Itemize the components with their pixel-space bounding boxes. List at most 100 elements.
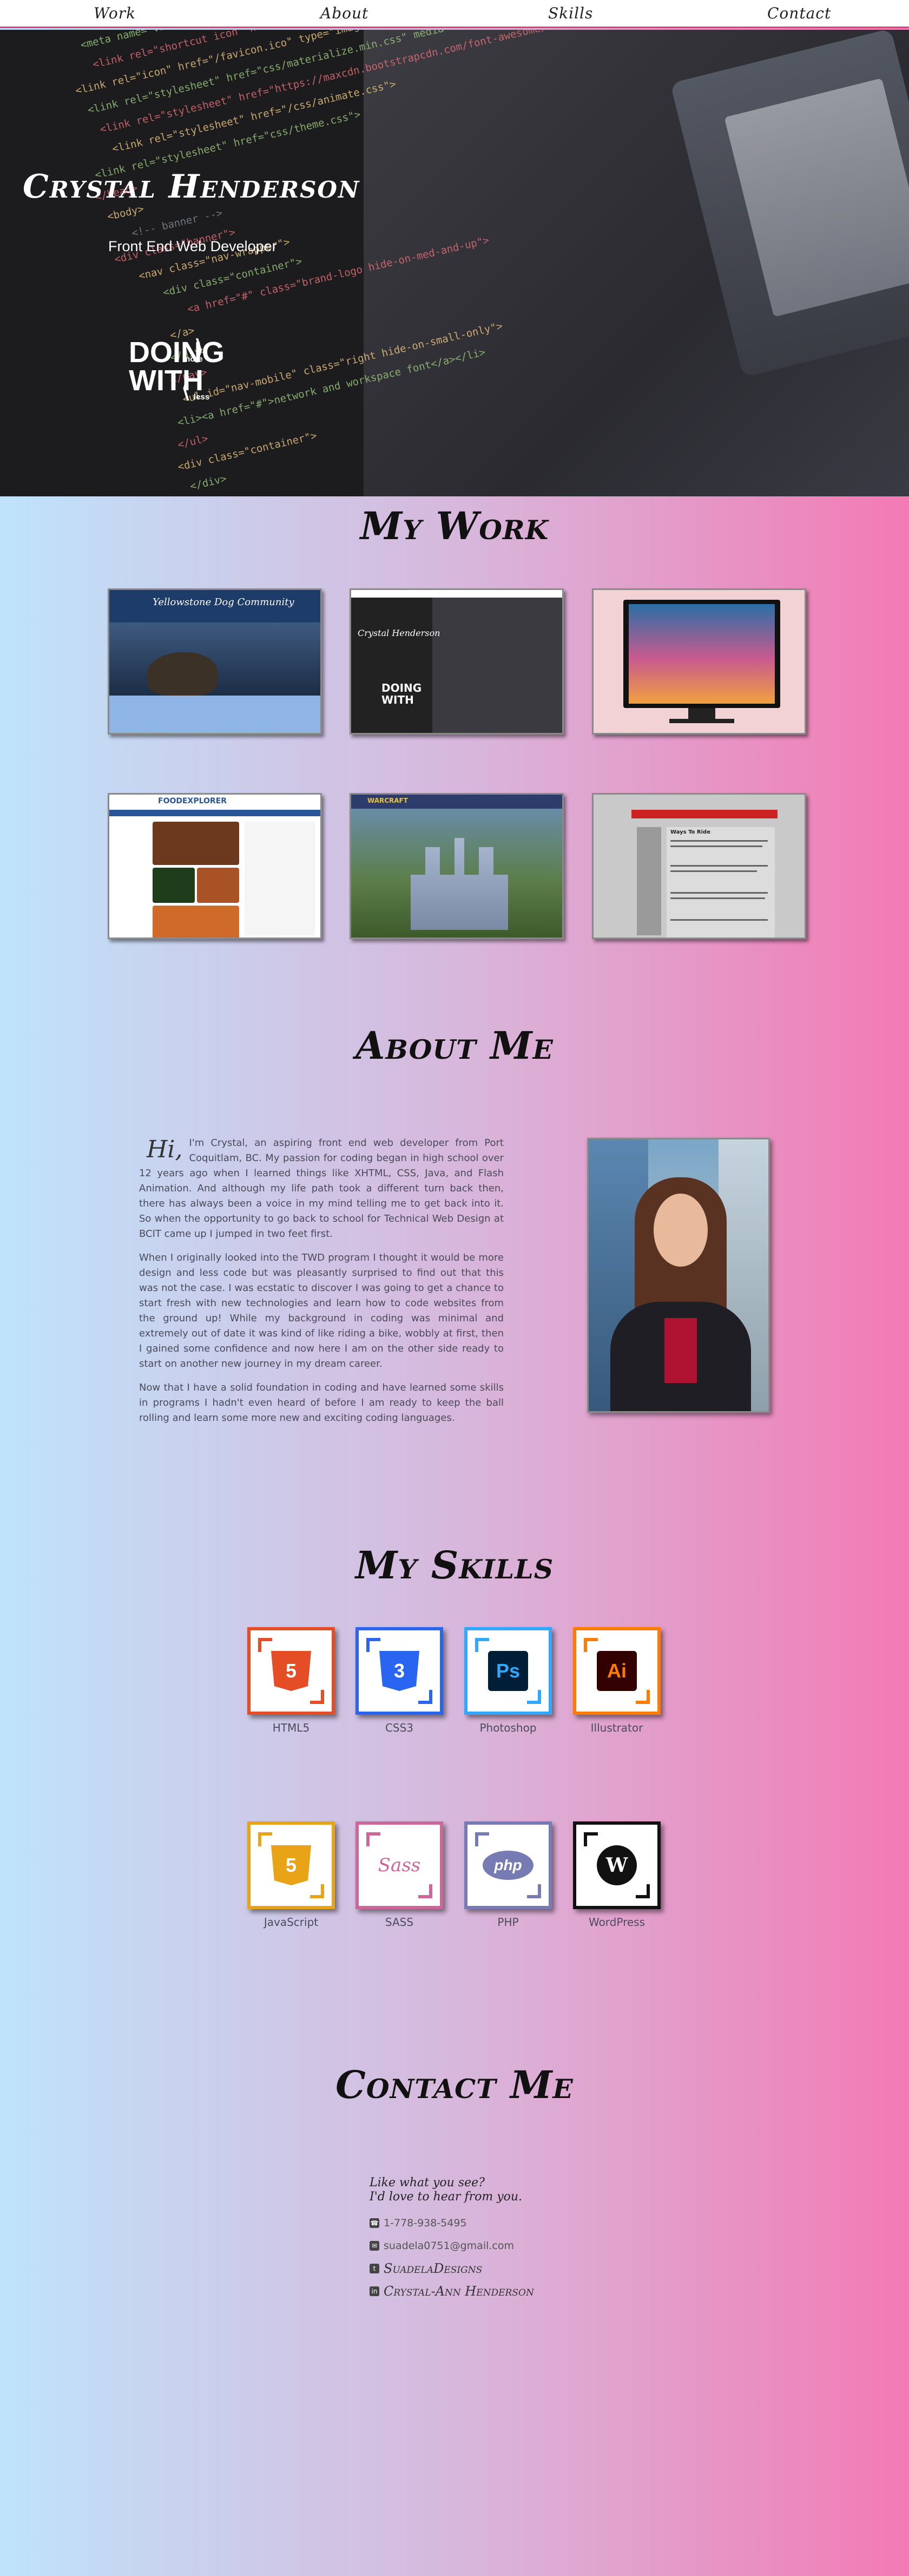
nav-link-work[interactable]: Work: [94, 4, 136, 22]
skill-frame: 5: [247, 1627, 335, 1715]
skill-label: Illustrator: [590, 1721, 643, 1734]
hero-name-first: Crystal: [23, 168, 156, 206]
work-section-title: My Work: [360, 503, 549, 548]
thumb-nav: [109, 811, 320, 816]
about-paragraph-1: Hi, I'm Crystal, an aspiring front end we…: [139, 1136, 504, 1242]
skill-frame-corner: [366, 1638, 380, 1652]
skill-card-php: php PHP: [464, 1821, 552, 1929]
envelope-icon: ✉: [370, 2241, 379, 2251]
contact-twitter[interactable]: t SuadelaDesigns: [370, 2257, 694, 2280]
skill-frame-corner: [310, 1884, 324, 1898]
tv-screen-image: [629, 604, 775, 704]
photo-face: [654, 1194, 708, 1267]
skills-section-title: My Skills: [355, 1543, 554, 1588]
skill-label: PHP: [497, 1916, 519, 1929]
thumb-footer: [109, 696, 320, 733]
twitter-icon: t: [370, 2264, 379, 2273]
contact-phone[interactable]: ☎ 1-778-938-5495: [370, 2212, 694, 2234]
text-line: [670, 870, 757, 872]
skill-frame-corner: [418, 1884, 432, 1898]
text-line: [670, 865, 768, 867]
text-line: [670, 840, 768, 842]
thumb-sidebar: [245, 822, 315, 935]
thumb-title: Ways To Ride: [670, 829, 710, 835]
hero-name: Crystal Henderson: [23, 168, 360, 206]
skill-card-sass: Sass SASS: [355, 1821, 443, 1929]
css3-icon: 3: [379, 1651, 419, 1691]
skill-frame-corner: [475, 1638, 489, 1652]
skill-frame: 5: [247, 1821, 335, 1909]
about-text: Hi, I'm Crystal, an aspiring front end we…: [139, 1136, 504, 1434]
contact-intro: Like what you see? I'd love to hear from…: [370, 2176, 694, 2204]
thumb-title: Crystal Henderson: [358, 628, 440, 638]
top-navigation: Work About Skills Contact: [0, 0, 909, 28]
tv-base: [669, 719, 734, 723]
thumb-nav: [631, 810, 778, 818]
thumb-logo-line2: WITH: [381, 693, 414, 706]
skill-frame-corner: [636, 1884, 650, 1898]
tv-stand: [688, 708, 715, 720]
sass-icon: Sass: [378, 1854, 421, 1876]
skill-card-wordpress: W WordPress: [573, 1821, 661, 1929]
skill-frame-corner: [636, 1690, 650, 1704]
skill-frame-corner: [366, 1832, 380, 1846]
contact-email[interactable]: ✉ suadela0751@gmail.com: [370, 2234, 694, 2257]
thumb-sidebar: [637, 827, 661, 935]
thumb-logo: DOING WITH: [381, 682, 421, 706]
skill-label: JavaScript: [264, 1916, 319, 1929]
work-thumbnail-food-explorer[interactable]: FOODEXPLORER: [108, 793, 322, 939]
skill-label: SASS: [385, 1916, 414, 1929]
photo-shirt: [664, 1318, 697, 1383]
contact-linkedin[interactable]: in Crystal-Ann Henderson: [370, 2280, 694, 2303]
nav-link-contact[interactable]: Contact: [767, 4, 831, 22]
skill-frame-corner: [527, 1884, 541, 1898]
about-hi: Hi,: [147, 1136, 183, 1163]
thumb-logo-line1: DOING: [381, 681, 422, 694]
work-thumbnail-ways-to-ride[interactable]: Ways To Ride: [592, 793, 806, 939]
text-line: [670, 897, 765, 899]
contact-phone-text: 1-778-938-5495: [384, 2217, 467, 2229]
skill-frame: Sass: [355, 1821, 443, 1909]
logo-line-with: WITH: [129, 364, 203, 397]
food-image: [197, 868, 239, 903]
contact-email-text: suadela0751@gmail.com: [384, 2240, 514, 2252]
skill-frame-corner: [475, 1832, 489, 1846]
skill-frame: php: [464, 1821, 552, 1909]
skill-label: Photoshop: [479, 1721, 537, 1734]
php-icon: php: [483, 1851, 533, 1880]
skill-frame: Ai: [573, 1627, 661, 1715]
skill-frame-corner: [310, 1690, 324, 1704]
thumb-hero-right: [432, 598, 562, 733]
about-paragraph-2: When I originally looked into the TWD pr…: [139, 1252, 504, 1369]
profile-photo: [587, 1138, 770, 1413]
thumb-content: [667, 827, 775, 938]
skill-label: WordPress: [588, 1916, 645, 1929]
contact-linkedin-text: Crystal-Ann Henderson: [384, 2284, 534, 2299]
dog-image: [147, 652, 218, 696]
logo-chevron-icon: ⟨: [181, 372, 192, 403]
logo-line-doing: DOING: [129, 336, 225, 369]
contact-twitter-text: SuadelaDesigns: [384, 2261, 483, 2276]
work-thumbnail-dog-community[interactable]: Yellowstone Dog Community: [108, 588, 322, 735]
javascript-icon: 5: [271, 1845, 311, 1885]
text-line: [670, 892, 768, 894]
work-thumbnail-tv-design[interactable]: [592, 588, 806, 735]
illustrator-icon: Ai: [597, 1651, 637, 1691]
text-line: [670, 919, 768, 921]
work-thumbnail-warcraft[interactable]: WARCRAFT: [350, 793, 564, 939]
about-section-title: About Me: [355, 1023, 554, 1068]
skill-frame-corner: [258, 1638, 272, 1652]
nav-link-about[interactable]: About: [320, 4, 368, 22]
work-thumbnail-portfolio[interactable]: Crystal Henderson DOING WITH: [350, 588, 564, 735]
contact-intro-line2: I'd love to hear from you.: [370, 2190, 523, 2204]
logo-word-less: less: [194, 392, 210, 402]
linkedin-icon: in: [370, 2286, 379, 2296]
food-image: [153, 822, 239, 865]
skill-label: HTML5: [272, 1721, 310, 1734]
food-image: [153, 868, 195, 903]
nav-link-skills[interactable]: Skills: [548, 4, 593, 22]
skill-frame: Ps: [464, 1627, 552, 1715]
hero-banner: <head> <title></title> <meta name="viewp…: [0, 30, 909, 496]
skill-card-photoshop: Ps Photoshop: [464, 1627, 552, 1734]
doing-more-with-less-logo: DOING WITH ⟩ more ⟨ less: [129, 335, 225, 403]
